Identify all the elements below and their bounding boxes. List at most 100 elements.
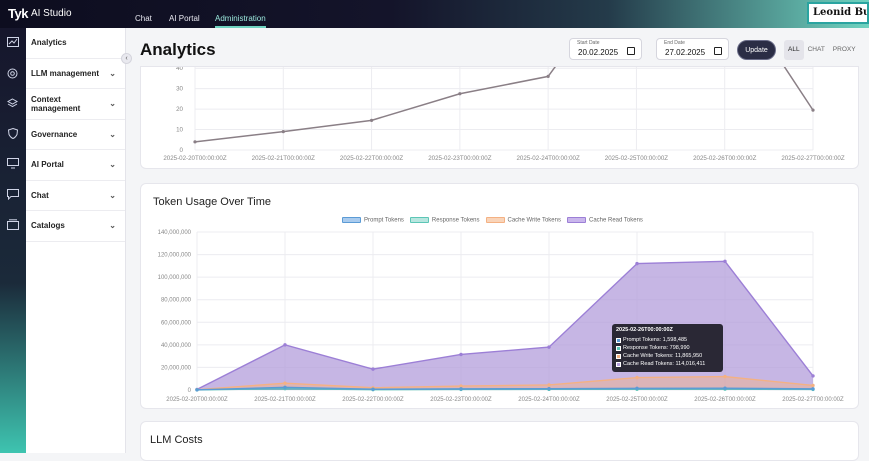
end-date-field[interactable]: End Date 27.02.2025 (656, 38, 729, 60)
chart-legend: Prompt Tokens Response Tokens Cache Writ… (342, 217, 643, 224)
start-date-field[interactable]: Start Date 20.02.2025 (569, 38, 642, 60)
y-tick-label: 20 (176, 106, 183, 113)
sidebar: Analytics LLM management ⌄ Context manage… (26, 28, 126, 453)
chat-icon[interactable] (6, 189, 19, 201)
data-point (723, 259, 727, 264)
sidebar-item-context-management[interactable]: Context management ⌄ (26, 89, 125, 120)
sidebar-item-label: Analytics (31, 38, 67, 48)
shield-icon[interactable] (6, 127, 19, 140)
sidebar-item-label: LLM management (31, 68, 100, 78)
source-filter-segmented: ALL CHAT PROXY (784, 40, 860, 60)
data-point (195, 388, 199, 392)
data-point (371, 387, 375, 391)
chevron-down-icon: ⌄ (109, 129, 116, 139)
sidebar-item-ai-portal[interactable]: AI Portal ⌄ (26, 150, 125, 181)
user-name-badge[interactable]: Leonid Bugaev (807, 2, 869, 24)
icon-rail (0, 28, 26, 453)
x-tick-label: 2025-02-22T00:00:00Z (342, 397, 404, 403)
usage-line-card: 2025-02-20T00:00:00Z 2025-02-21T00:00:00Z… (140, 0, 859, 169)
tooltip-row: Cache Read Tokens: 114,016,411 (616, 360, 719, 368)
product-name: AI Studio (30, 8, 72, 19)
x-tick-label: 2025-02-21T00:00:00Z (254, 397, 316, 403)
update-button[interactable]: Update (737, 40, 776, 60)
sidebar-item-label: AI Portal (31, 160, 64, 170)
llm-costs-title: LLM Costs (150, 434, 203, 446)
data-point (458, 92, 462, 96)
x-tick-label: 2025-02-23T00:00:00Z (428, 155, 492, 162)
app-logo[interactable]: Tyk AI Studio (8, 6, 72, 21)
tab-administration[interactable]: Administration (215, 14, 266, 28)
data-point (635, 261, 639, 266)
data-point (546, 74, 550, 78)
data-point (283, 385, 287, 389)
filter-chat[interactable]: CHAT (804, 40, 829, 60)
usage-line-chart: 2025-02-20T00:00:00Z 2025-02-21T00:00:00Z… (163, 0, 845, 162)
data-point (547, 345, 551, 349)
x-tick-label: 2025-02-20T00:00:00Z (166, 397, 228, 403)
data-point (723, 374, 727, 379)
legend-item-response[interactable]: Response Tokens (409, 217, 480, 224)
tooltip-row: Cache Write Tokens: 11,865,950 (616, 352, 719, 360)
sidebar-item-label: Catalogs (31, 221, 65, 231)
chevron-down-icon: ⌄ (109, 190, 116, 200)
data-point (547, 386, 551, 391)
sidebar-item-analytics[interactable]: Analytics (26, 28, 125, 59)
data-point (635, 386, 639, 391)
chevron-down-icon: ⌄ (109, 221, 116, 231)
sidebar-item-chat[interactable]: Chat ⌄ (26, 181, 125, 211)
x-tick-label: 2025-02-22T00:00:00Z (340, 155, 404, 162)
y-tick-label: 40 (176, 67, 183, 72)
data-point (281, 130, 285, 134)
y-tick-label: 100,000,000 (158, 275, 192, 281)
sidebar-item-catalogs[interactable]: Catalogs ⌄ (26, 211, 125, 242)
data-point (371, 367, 375, 371)
end-date-label: End Date (664, 40, 685, 46)
data-point (723, 386, 727, 390)
y-tick-label: 30 (176, 86, 183, 93)
series-line (194, 0, 814, 143)
settings-icon[interactable] (6, 68, 19, 79)
token-usage-title: Token Usage Over Time (153, 196, 271, 208)
data-point (369, 118, 374, 122)
data-point (547, 383, 551, 387)
chevron-down-icon: ⌄ (109, 160, 116, 170)
tab-ai-portal[interactable]: AI Portal (169, 14, 200, 28)
legend-item-cache-write[interactable]: Cache Write Tokens (485, 217, 561, 224)
data-point (193, 140, 197, 144)
monitor-icon[interactable] (6, 158, 19, 169)
data-point (811, 387, 815, 391)
calendar-icon[interactable] (627, 47, 635, 55)
x-tick-label: 2025-02-27T00:00:00Z (781, 155, 845, 162)
top-bar: Tyk AI Studio Chat AI Portal Administrat… (0, 0, 869, 28)
sidebar-collapse-button[interactable]: ‹ (121, 53, 132, 64)
end-date-value: 27.02.2025 (665, 48, 706, 57)
start-date-label: Start Date (577, 40, 600, 46)
y-tick-label: 140,000,000 (158, 230, 192, 236)
start-date-value: 20.02.2025 (578, 48, 619, 57)
chevron-down-icon: ⌄ (109, 68, 116, 78)
x-tick-label: 2025-02-23T00:00:00Z (430, 397, 492, 403)
filter-all[interactable]: ALL (784, 40, 804, 60)
legend-item-cache-read[interactable]: Cache Read Tokens (567, 217, 643, 224)
chevron-left-icon: ‹ (125, 55, 128, 62)
sidebar-item-label: Governance (31, 129, 78, 139)
x-tick-label: 2025-02-21T00:00:00Z (252, 155, 316, 162)
layers-icon[interactable] (6, 98, 19, 109)
catalog-icon[interactable] (6, 219, 19, 230)
calendar-icon[interactable] (714, 47, 722, 55)
y-tick-label: 20,000,000 (161, 365, 192, 371)
sidebar-item-llm-management[interactable]: LLM management ⌄ (26, 59, 125, 89)
x-tick-label: 2025-02-27T00:00:00Z (782, 397, 844, 403)
chevron-down-icon: ⌄ (109, 99, 116, 109)
y-tick-label: 80,000,000 (161, 298, 192, 304)
filter-proxy[interactable]: PROXY (829, 40, 860, 60)
data-point (283, 343, 287, 347)
sidebar-item-governance[interactable]: Governance ⌄ (26, 120, 125, 150)
x-tick-label: 2025-02-24T00:00:00Z (516, 155, 580, 162)
data-point (283, 381, 287, 385)
tooltip-row: Response Tokens: 798,990 (616, 344, 719, 352)
legend-item-prompt[interactable]: Prompt Tokens (342, 217, 404, 224)
brand-name: Tyk (8, 6, 28, 21)
analytics-icon[interactable] (6, 37, 19, 48)
tab-chat[interactable]: Chat (135, 14, 152, 28)
